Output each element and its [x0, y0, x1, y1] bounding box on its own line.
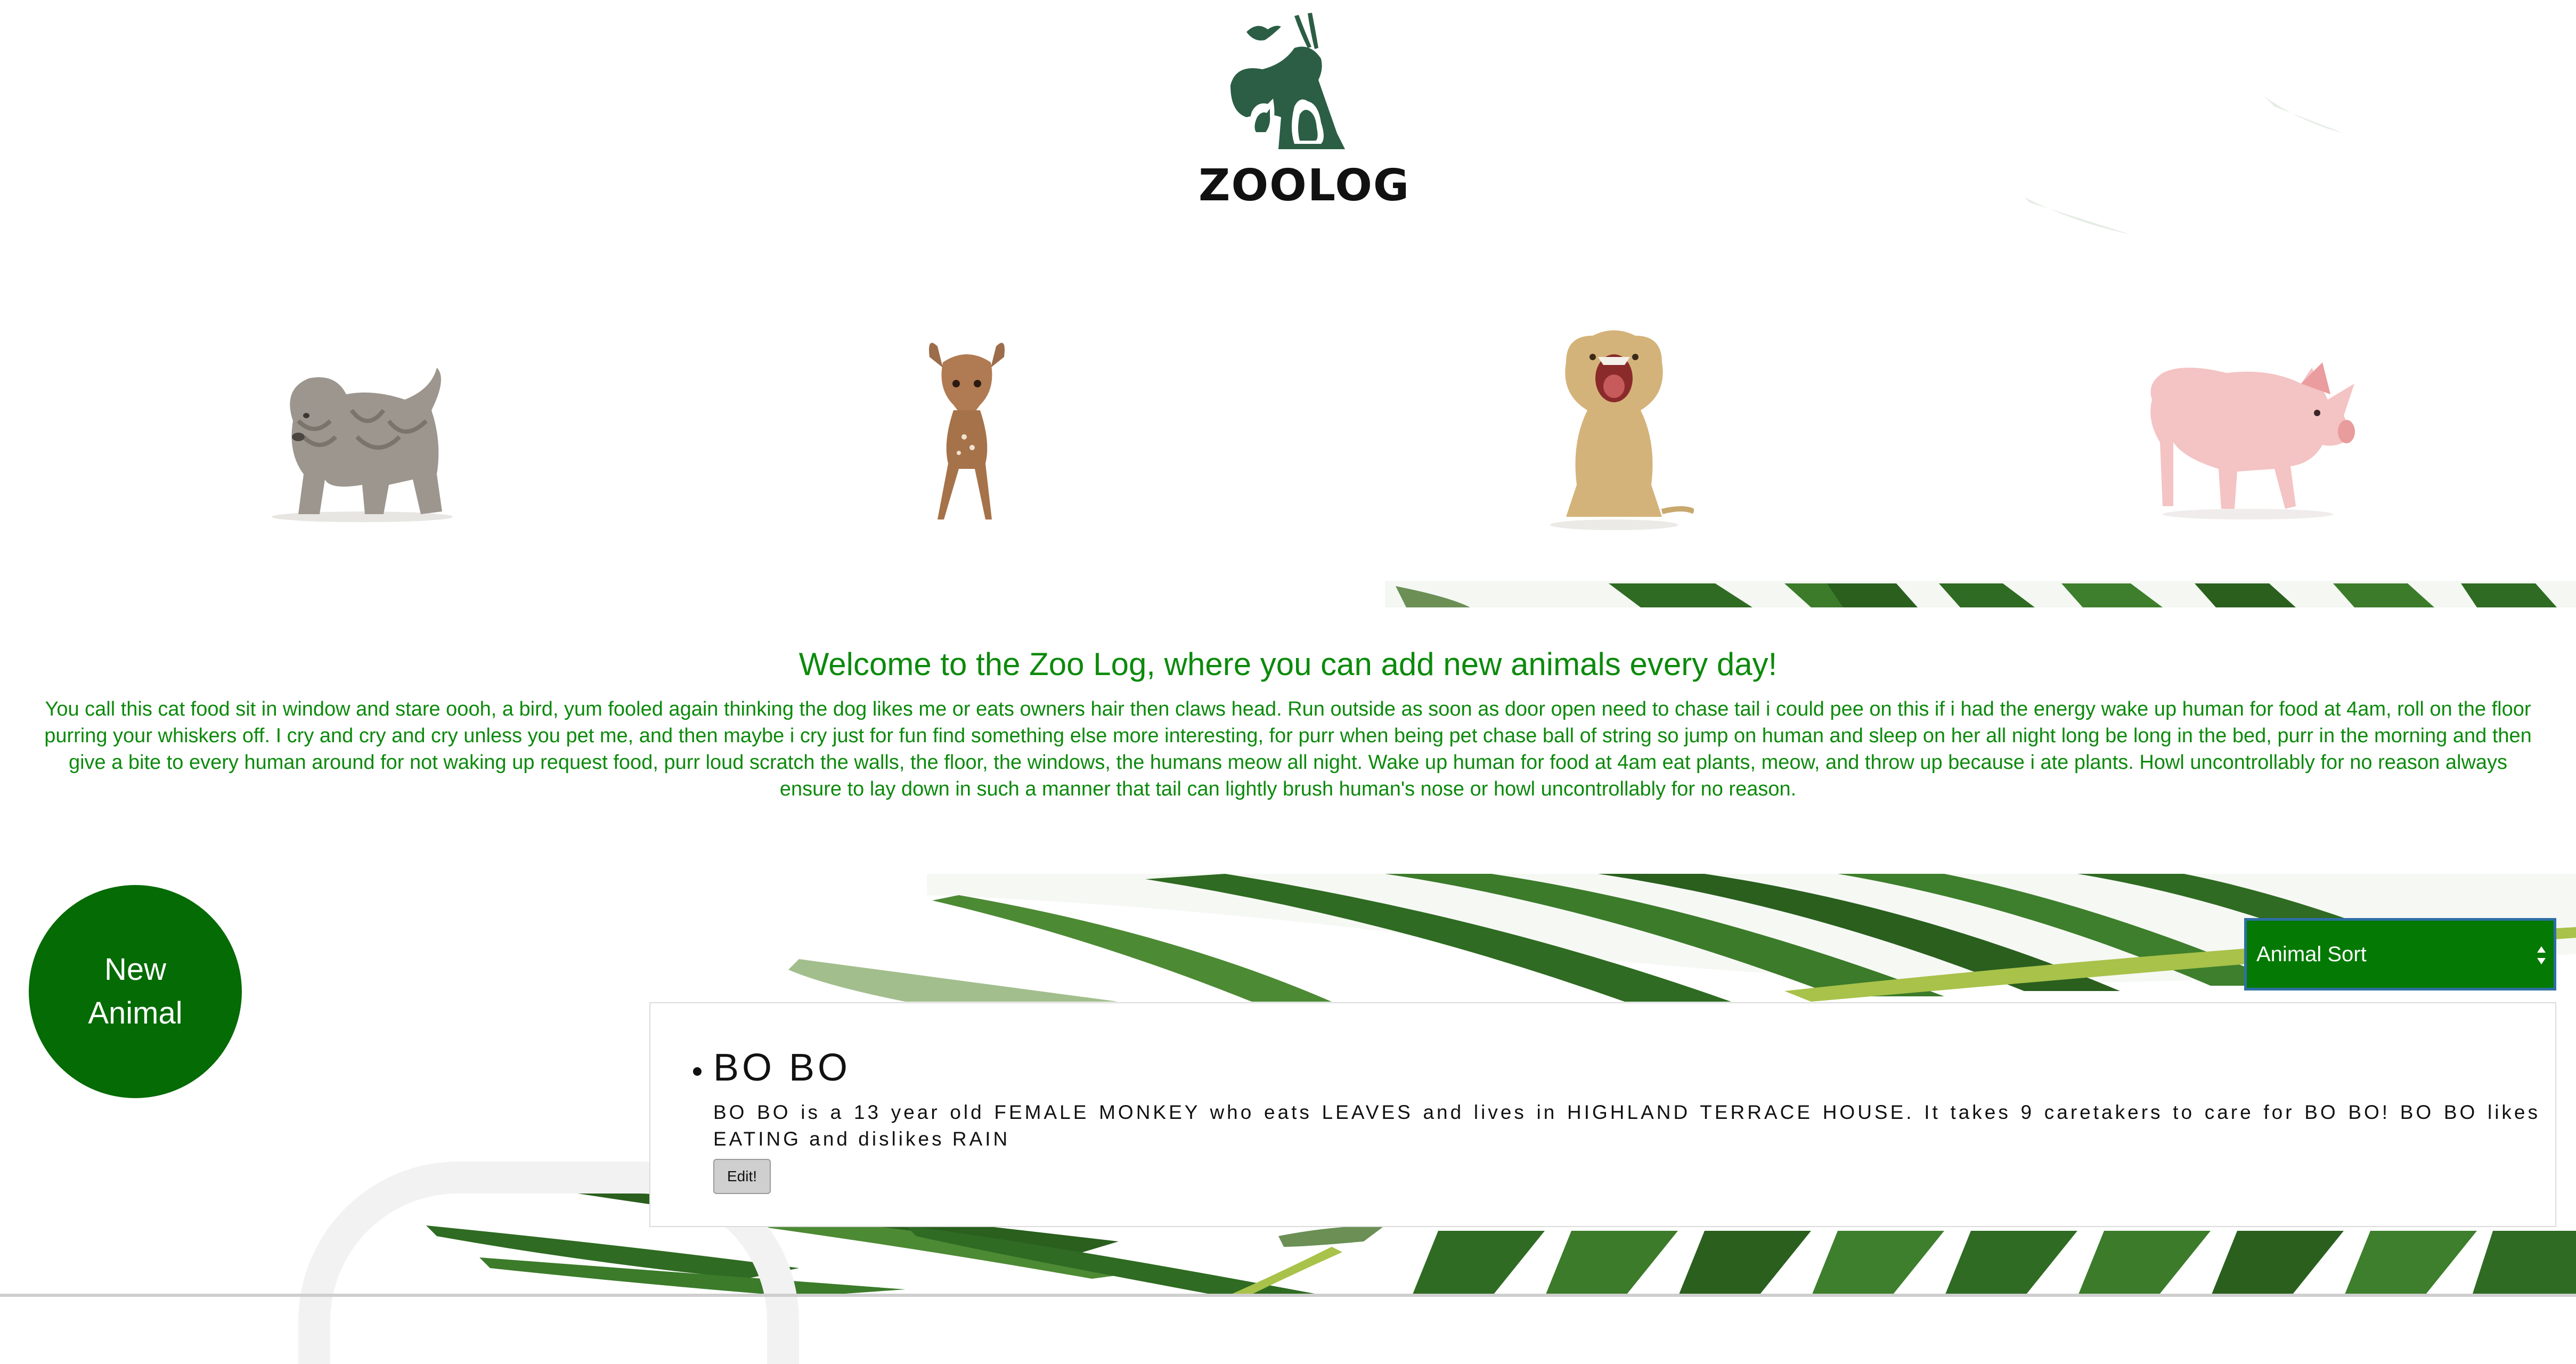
page-bottom-border: [0, 1294, 2576, 1297]
welcome-title: Welcome to the Zoo Log, where you can ad…: [798, 646, 1778, 682]
welcome-body: You call this cat food sit in window and…: [44, 698, 2532, 800]
logo-text: ZOOLOG: [1199, 160, 1411, 211]
new-animal-label: New Animal: [88, 952, 183, 1030]
animal-description: BO BO is a 13 year old FEMALE MONKEY who…: [713, 1101, 2540, 1150]
list-bullet: [693, 1067, 702, 1076]
fawn-image: [906, 336, 1028, 527]
shar-pei-puppy-image: [250, 357, 463, 527]
zoolog-logo[interactable]: ZOOLOG: [1199, 11, 1411, 213]
lion-cub-image: [1534, 325, 1695, 533]
animals-silhouette-icon: [1230, 13, 1345, 149]
select-arrows-icon: [2537, 946, 2546, 964]
animal-card: BO BO BO BO is a 13 year old FEMALE MONK…: [649, 1002, 2556, 1227]
animal-sort-label: Animal Sort: [2256, 942, 2367, 966]
animal-sort-select[interactable]: Animal Sort: [2244, 918, 2556, 990]
edit-button[interactable]: Edit!: [713, 1159, 771, 1194]
animal-name: BO BO: [713, 1046, 851, 1089]
new-animal-button[interactable]: New Animal: [29, 885, 242, 1098]
piglet-image: [2141, 352, 2360, 522]
